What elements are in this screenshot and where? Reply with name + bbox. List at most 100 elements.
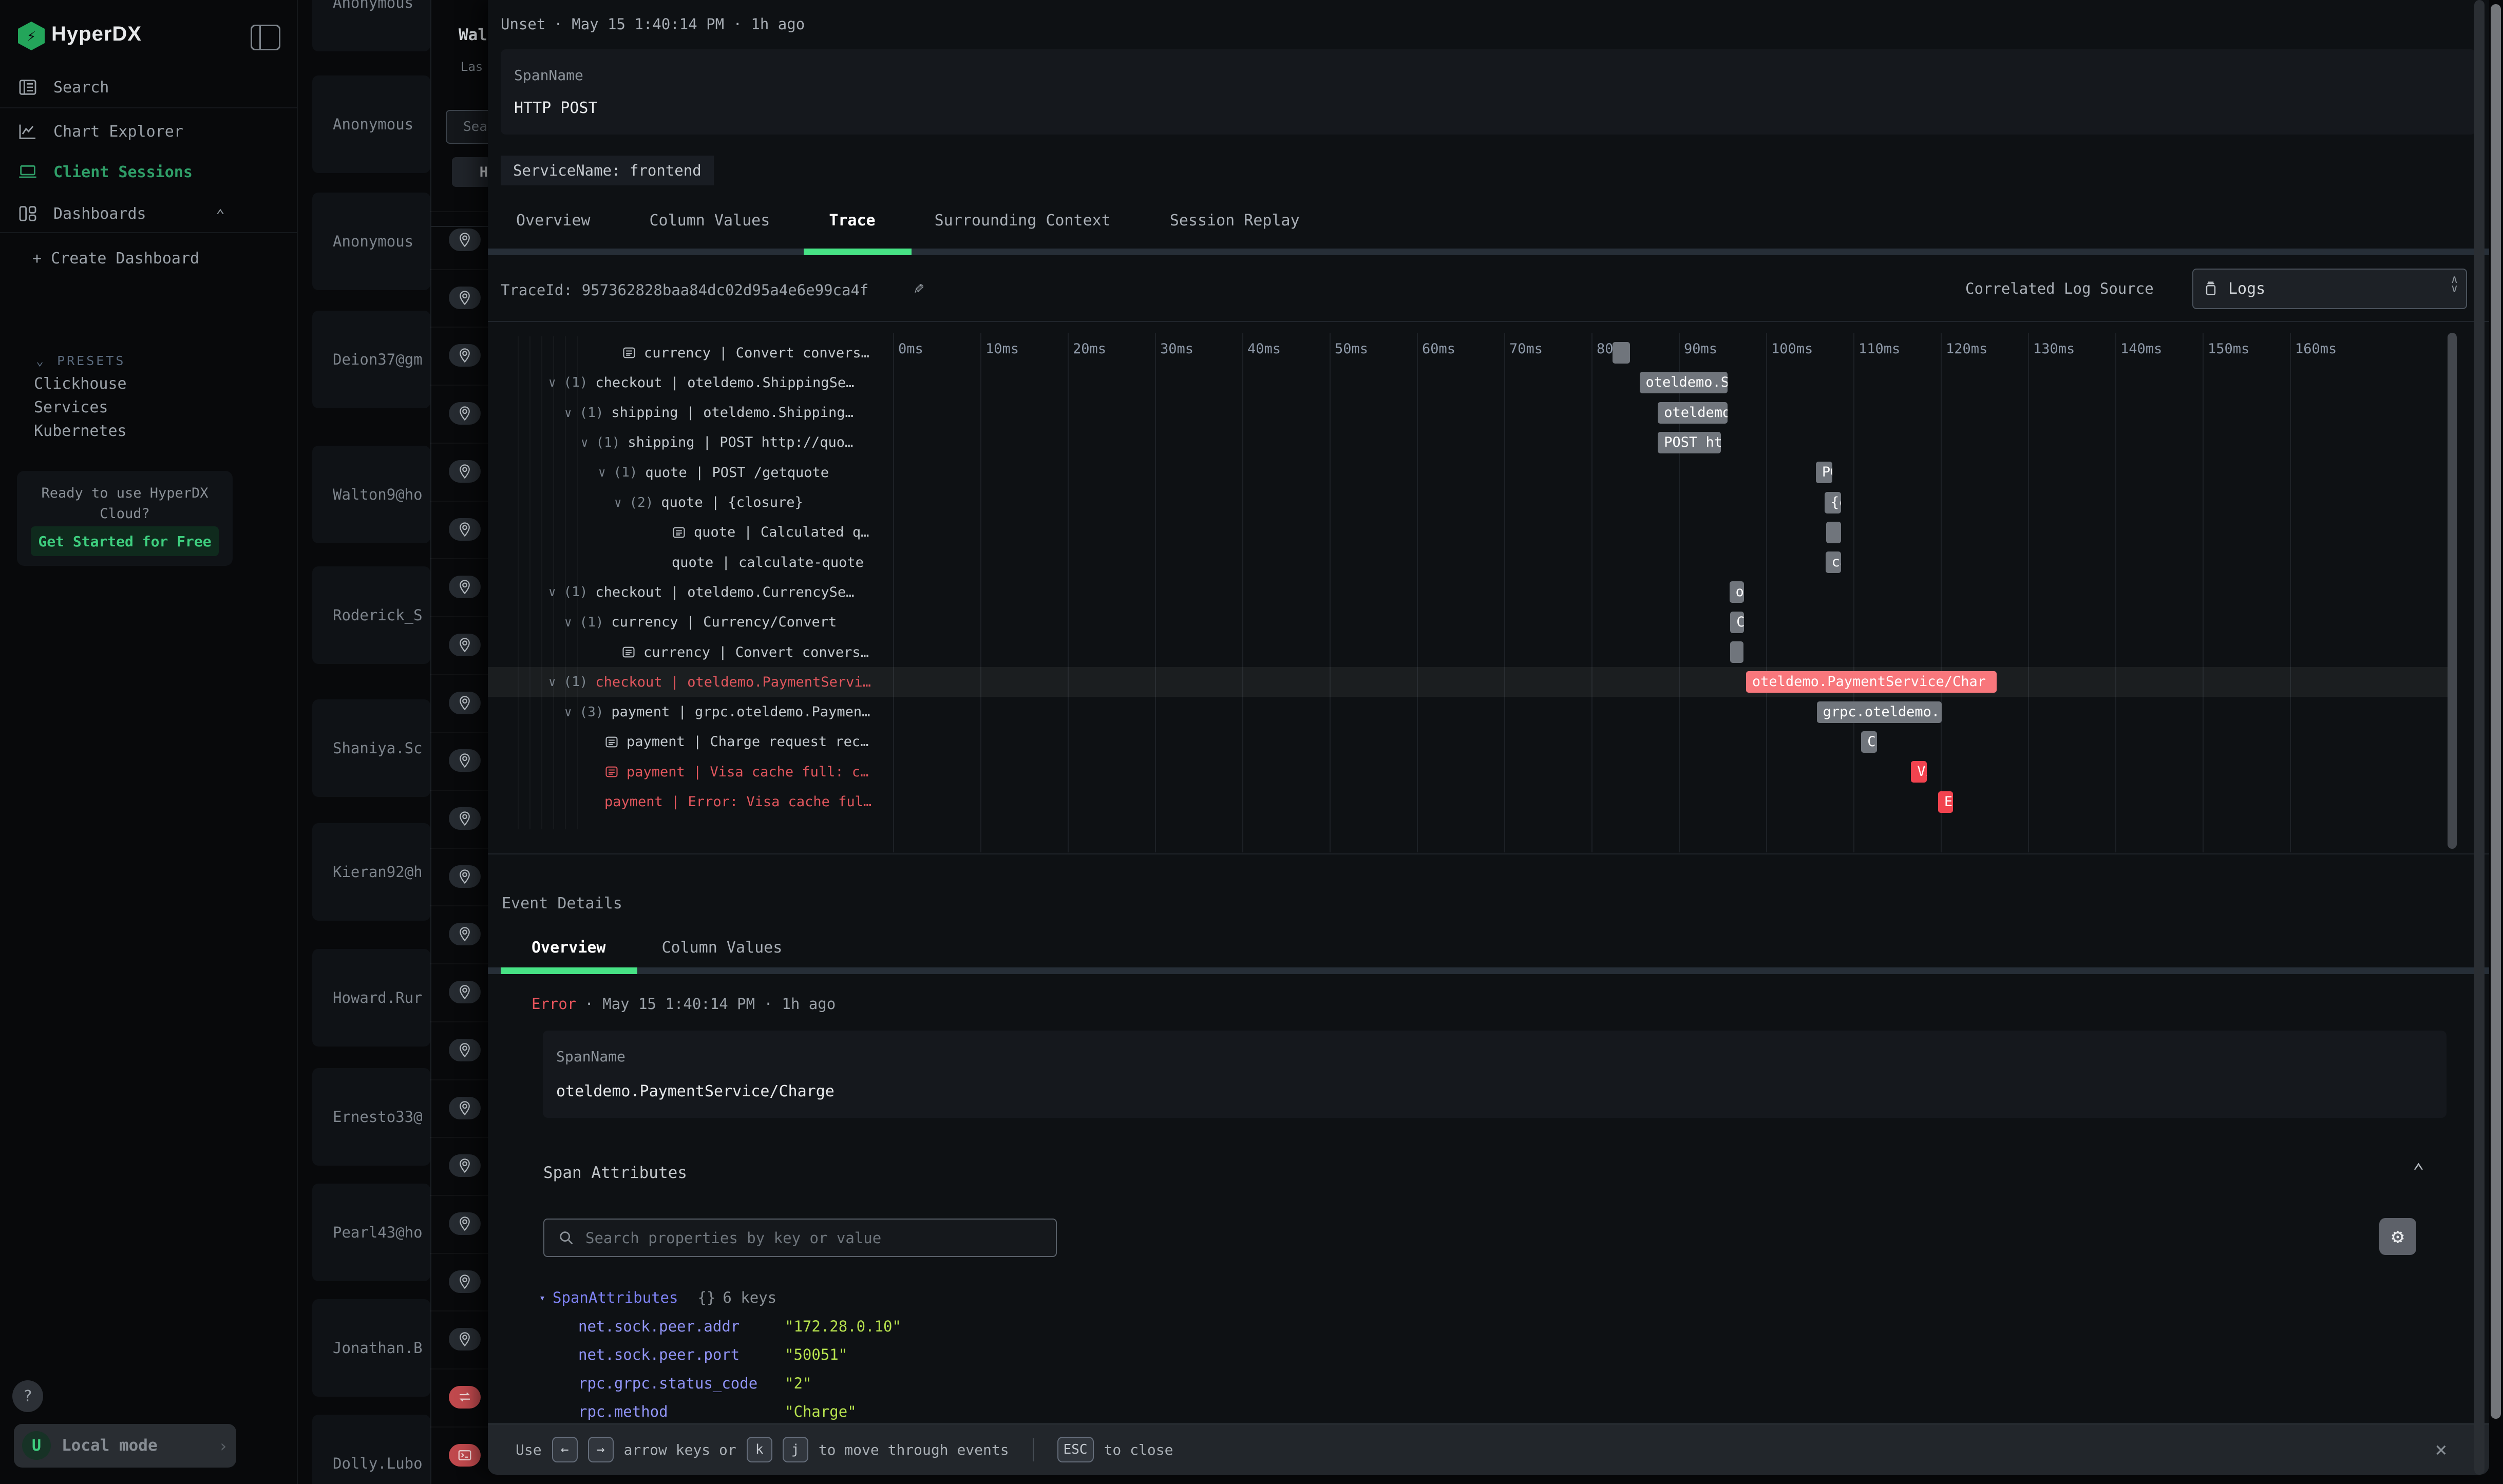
session-list-item[interactable]: Pearl43@ho (312, 1184, 430, 1281)
attribute-key[interactable]: rpc.method (578, 1403, 668, 1420)
session-event-location-pin-icon[interactable] (449, 865, 481, 888)
arrow-left-key[interactable]: ← (552, 1437, 578, 1462)
session-event-terminal-icon[interactable] (449, 1444, 481, 1467)
help-button[interactable]: ? (12, 1380, 43, 1412)
chevron-down-icon[interactable]: ∨ (564, 705, 572, 719)
j-key[interactable]: j (783, 1437, 808, 1462)
session-event-swap-icon[interactable] (449, 1386, 481, 1409)
span-duration-bar[interactable]: {c (1825, 492, 1841, 513)
event-tab-overview[interactable]: Overview (532, 939, 606, 957)
session-list-item[interactable]: Howard.Rur (312, 949, 430, 1047)
span-duration-bar[interactable] (1826, 522, 1841, 543)
close-icon[interactable]: ✕ (2435, 1438, 2447, 1460)
waterfall-scrollbar[interactable] (2448, 333, 2457, 849)
session-list-item[interactable]: Walton9@ho (312, 446, 430, 543)
preset-item-kubernetes[interactable]: Kubernetes (34, 422, 127, 440)
attribute-value[interactable]: "Charge" (785, 1403, 857, 1420)
trace-tree-row[interactable]: payment | Charge request rec… (604, 727, 868, 757)
trace-tree-row[interactable]: ∨(1)shipping | oteldemo.Shipping… (564, 398, 854, 428)
session-event-location-pin-icon[interactable] (449, 1039, 481, 1061)
session-event-location-pin-icon[interactable] (449, 749, 481, 772)
session-event-location-pin-icon[interactable] (449, 981, 481, 1003)
user-menu[interactable]: U Local mode › (14, 1424, 236, 1468)
trace-tree-row[interactable]: currency | Convert convers… (621, 637, 869, 667)
session-list-item[interactable]: Anonymous (312, 75, 430, 173)
trace-tree-row[interactable]: currency | Convert convers… (622, 338, 869, 368)
session-event-location-pin-icon[interactable] (449, 692, 481, 714)
create-dashboard-button[interactable]: + Create Dashboard (32, 250, 199, 268)
session-event-location-pin-icon[interactable] (449, 807, 481, 830)
chevron-down-icon[interactable]: ∨ (598, 465, 605, 480)
arrow-right-key[interactable]: → (588, 1437, 614, 1462)
tab-session-replay[interactable]: Session Replay (1170, 212, 1300, 230)
span-duration-bar[interactable]: grpc.oteldemo. (1817, 701, 1942, 723)
attributes-root-row[interactable]: ▾ SpanAttributes {} 6 keys (539, 1289, 776, 1306)
span-duration-bar[interactable] (1730, 641, 1743, 663)
edit-icon[interactable]: ✎ (914, 278, 924, 298)
session-list-item[interactable]: Deion37@gm (312, 311, 430, 408)
session-event-location-pin-icon[interactable] (449, 518, 481, 541)
span-duration-bar[interactable]: Ch (1861, 731, 1877, 753)
session-list-item[interactable]: Anonymous (312, 193, 430, 290)
span-duration-bar[interactable]: oteldemo.PaymentService/Char (1746, 671, 1997, 693)
span-duration-bar[interactable]: oteldemo.Sh (1640, 372, 1728, 393)
span-duration-bar[interactable]: Cu (1730, 612, 1744, 633)
trace-tree-row[interactable]: ∨(3)payment | grpc.oteldemo.Paymen… (564, 697, 870, 727)
trace-tree-row[interactable]: payment | Error: Visa cache ful… (604, 787, 871, 817)
drawer-scrollbar-track[interactable] (2474, 0, 2485, 1475)
page-scrollbar[interactable] (2491, 4, 2501, 1419)
session-event-location-pin-icon[interactable] (449, 1328, 481, 1350)
log-source-select[interactable]: Logs ∧∨ (2192, 269, 2467, 309)
session-list-item[interactable]: Anonymous (312, 0, 430, 51)
session-event-location-pin-icon[interactable] (449, 287, 481, 309)
session-list-item[interactable]: Dolly.Lubo (312, 1415, 430, 1484)
session-event-location-pin-icon[interactable] (449, 229, 481, 251)
sidebar-item-chart-explorer[interactable]: Chart Explorer (17, 121, 183, 142)
attribute-value[interactable]: "2" (785, 1375, 811, 1392)
span-duration-bar[interactable]: ca (1826, 551, 1842, 573)
sidebar-collapse-icon[interactable] (251, 25, 280, 50)
preset-item-clickhouse[interactable]: Clickhouse (34, 375, 127, 393)
attribute-key[interactable]: rpc.grpc.status_code (578, 1375, 757, 1392)
trace-tree-row[interactable]: quote | calculate-quote (672, 547, 864, 577)
tab-surrounding-context[interactable]: Surrounding Context (935, 212, 1111, 230)
sidebar-item-dashboards[interactable]: Dashboards (17, 203, 146, 224)
tab-trace[interactable]: Trace (829, 212, 875, 230)
chevron-up-icon[interactable]: ⌃ (216, 206, 225, 224)
session-event-location-pin-icon[interactable] (449, 1097, 481, 1119)
session-event-location-pin-icon[interactable] (449, 402, 481, 425)
span-duration-bar[interactable]: Er (1938, 791, 1953, 813)
session-event-location-pin-icon[interactable] (449, 634, 481, 656)
span-duration-bar[interactable] (1613, 342, 1630, 364)
trace-tree-row[interactable]: ∨(1)checkout | oteldemo.CurrencySe… (548, 577, 854, 607)
session-filter-button[interactable]: H (452, 157, 491, 187)
session-list-item[interactable]: Jonathan.B (312, 1299, 430, 1397)
session-event-location-pin-icon[interactable] (449, 1212, 481, 1235)
chevron-down-icon[interactable]: ∨ (548, 675, 556, 689)
gear-icon[interactable]: ⚙ (2379, 1218, 2416, 1255)
collapse-section-icon[interactable]: ⌃ (2413, 1159, 2424, 1182)
trace-tree-row[interactable]: ∨(1)checkout | oteldemo.PaymentServi… (548, 667, 871, 697)
trace-tree-row[interactable]: ∨(1)currency | Currency/Convert (564, 607, 837, 637)
session-event-location-pin-icon[interactable] (449, 576, 481, 598)
service-badge[interactable]: ServiceName: frontend (501, 156, 714, 185)
session-event-location-pin-icon[interactable] (449, 1270, 481, 1293)
get-started-button[interactable]: Get Started for Free (31, 526, 219, 556)
session-list-item[interactable]: Kieran92@h (312, 823, 430, 921)
presets-header[interactable]: ⌄ PRESETS (36, 353, 125, 368)
chevron-down-icon[interactable]: ∨ (548, 375, 556, 390)
esc-key[interactable]: ESC (1057, 1437, 1094, 1462)
span-duration-bar[interactable]: ot (1730, 581, 1744, 603)
session-list-item[interactable]: Roderick_S (312, 566, 430, 664)
tab-overview[interactable]: Overview (516, 212, 591, 230)
chevron-down-icon[interactable]: ∨ (614, 496, 621, 510)
event-tab-column-values[interactable]: Column Values (662, 939, 783, 957)
trace-tree-row[interactable]: ∨(1)quote | POST /getquote (598, 458, 829, 487)
tab-column-values[interactable]: Column Values (650, 212, 770, 230)
trace-tree-row[interactable]: quote | Calculated q… (672, 518, 869, 547)
session-event-location-pin-icon[interactable] (449, 923, 481, 945)
preset-item-services[interactable]: Services (34, 398, 108, 416)
span-duration-bar[interactable]: Vi (1911, 761, 1927, 783)
trace-tree-row[interactable]: ∨(1)checkout | oteldemo.ShippingSe… (548, 368, 854, 397)
attribute-key[interactable]: net.sock.peer.addr (578, 1318, 739, 1335)
